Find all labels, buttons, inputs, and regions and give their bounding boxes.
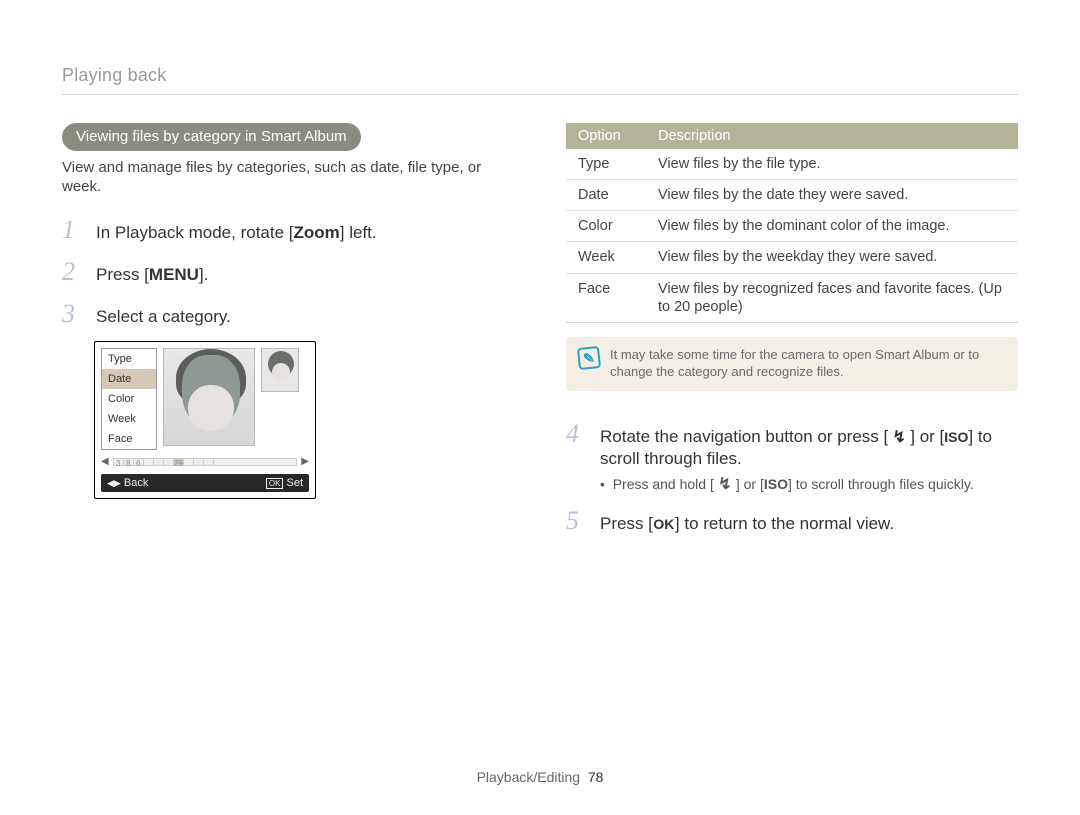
options-table: Option Description TypeView files by the… (566, 123, 1018, 323)
header-rule (62, 94, 1018, 95)
table-row: FaceView files by recognized faces and f… (566, 273, 1018, 322)
note-text: It may take some time for the camera to … (610, 347, 1006, 381)
step-number-3: 3 (62, 299, 82, 329)
page-footer: Playback/Editing 78 (0, 769, 1080, 785)
step-5-text: Press [OK] to return to the normal view. (600, 513, 894, 535)
iso-icon: ISO (764, 476, 788, 492)
left-column: Viewing files by category in Smart Album… (62, 123, 514, 548)
table-header-description: Description (646, 123, 1018, 149)
step-number-5: 5 (566, 506, 586, 536)
iso-icon: ISO (944, 428, 968, 446)
strip-prev-icon: ◀ (101, 456, 109, 467)
menu-item-color: Color (102, 389, 156, 409)
step-4-bullet: • Press and hold [↯] or [ISO] to scroll … (600, 474, 1018, 494)
step-3-text: Select a category. (96, 306, 231, 328)
right-column: Option Description TypeView files by the… (566, 123, 1018, 548)
step-1-text: In Playback mode, rotate [Zoom] left. (96, 222, 377, 244)
note-box: ✎ It may take some time for the camera t… (566, 337, 1018, 391)
back-label: ◀▶ Back (107, 477, 148, 489)
thumbnail-small (261, 348, 299, 392)
table-header-option: Option (566, 123, 646, 149)
table-row: WeekView files by the weekday they were … (566, 242, 1018, 273)
flash-icon: ↯ (714, 474, 736, 494)
step-number-2: 2 (62, 257, 82, 287)
breadcrumb: Playing back (62, 65, 1018, 86)
ok-icon: OK (653, 515, 675, 533)
menu-item-week: Week (102, 409, 156, 429)
category-menu: Type Date Color Week Face (101, 348, 157, 450)
menu-item-date: Date (102, 369, 156, 389)
date-strip: ◀ 3 8 6 29 ▶ (101, 454, 309, 470)
note-icon: ✎ (577, 346, 601, 370)
table-row: ColorView files by the dominant color of… (566, 211, 1018, 242)
step-number-4: 4 (566, 419, 586, 449)
flash-icon: ↯ (888, 428, 910, 449)
step-number-1: 1 (62, 215, 82, 245)
section-intro: View and manage files by categories, suc… (62, 159, 492, 197)
section-pill: Viewing files by category in Smart Album (62, 123, 361, 151)
thumbnail-large (163, 348, 255, 446)
set-label: OKSet (266, 477, 303, 489)
step-4-text: Rotate the navigation button or press [↯… (600, 427, 992, 469)
table-row: TypeView files by the file type. (566, 149, 1018, 180)
menu-item-face: Face (102, 429, 156, 449)
step-2-text: Press [MENU]. (96, 264, 208, 286)
camera-screen-illustration: Type Date Color Week Face ◀ 3 8 (94, 341, 316, 499)
menu-item-type: Type (102, 349, 156, 369)
strip-next-icon: ▶ (301, 456, 309, 467)
table-row: DateView files by the date they were sav… (566, 180, 1018, 211)
